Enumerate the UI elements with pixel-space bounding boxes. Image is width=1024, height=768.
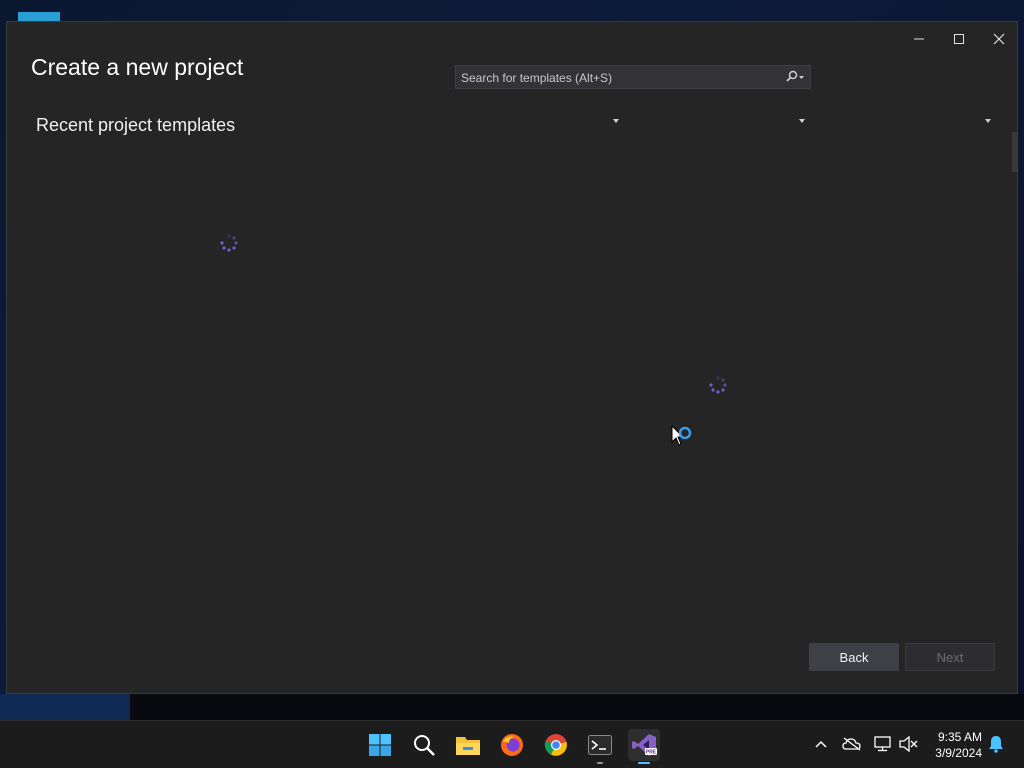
chevron-up-icon — [815, 740, 827, 748]
search-options-button[interactable] — [780, 66, 810, 88]
template-list-loading-spinner — [709, 376, 727, 394]
volume-mute-icon — [899, 736, 918, 752]
busy-cursor-icon — [671, 425, 692, 446]
visual-studio-button[interactable]: PRE — [628, 729, 660, 764]
chevron-down-icon — [613, 119, 619, 123]
maximize-icon — [954, 34, 964, 44]
next-button[interactable]: Next — [905, 643, 995, 671]
terminal-button[interactable] — [584, 729, 616, 764]
visual-studio-icon: PRE — [632, 734, 657, 756]
file-explorer-button[interactable] — [452, 729, 484, 761]
file-explorer-icon — [456, 737, 480, 755]
close-button[interactable] — [981, 26, 1017, 52]
bell-icon — [989, 736, 1003, 753]
maximize-button[interactable] — [941, 26, 977, 52]
search-icon — [786, 70, 804, 82]
project-type-filter-dropdown[interactable] — [827, 110, 995, 132]
recent-templates-loading-spinner — [220, 234, 238, 252]
search-icon — [414, 735, 435, 756]
chevron-down-icon — [799, 119, 805, 123]
running-indicator — [597, 762, 603, 764]
firefox-button[interactable] — [496, 729, 528, 761]
onedrive-offline-icon — [842, 737, 861, 751]
clock-date: 3/9/2024 — [935, 746, 982, 760]
notifications-button[interactable] — [985, 733, 1007, 755]
recent-templates-heading: Recent project templates — [36, 115, 236, 135]
taskbar: PRE 9:35 AM 3/9/2024 — [0, 720, 1024, 768]
create-project-dialog: Create a new project Recent project temp… — [6, 21, 1018, 694]
template-search-input[interactable]: Search for templates (Alt+S) — [455, 65, 811, 89]
back-button[interactable]: Back — [809, 643, 899, 671]
scrollbar[interactable] — [1012, 132, 1017, 172]
network-button[interactable] — [872, 733, 894, 755]
page-title: Create a new project — [31, 54, 244, 80]
onedrive-button[interactable] — [841, 733, 863, 755]
desktop-dark-strip — [130, 694, 1024, 720]
close-icon — [993, 33, 1005, 45]
volume-button[interactable] — [898, 733, 920, 755]
show-hidden-icons-button[interactable] — [810, 733, 832, 755]
terminal-icon — [588, 735, 612, 755]
taskbar-search-button[interactable] — [408, 729, 440, 761]
start-icon — [369, 734, 391, 756]
preview-badge: PRE — [646, 750, 657, 756]
platform-filter-dropdown[interactable] — [641, 110, 809, 132]
active-indicator — [638, 762, 650, 764]
clock-time: 9:35 AM — [937, 730, 982, 744]
network-icon — [874, 736, 891, 752]
minimize-icon — [914, 38, 924, 40]
chrome-button[interactable] — [540, 729, 572, 761]
firefox-icon — [501, 734, 523, 756]
chrome-icon — [544, 734, 567, 756]
start-button[interactable] — [364, 729, 396, 761]
system-clock[interactable]: 9:35 AM 3/9/2024 — [935, 729, 982, 761]
minimize-button[interactable] — [901, 26, 937, 52]
language-filter-dropdown[interactable] — [455, 110, 623, 132]
desktop-wallpaper-strip — [0, 694, 130, 720]
search-placeholder: Search for templates (Alt+S) — [461, 71, 613, 85]
chevron-down-icon — [985, 119, 991, 123]
